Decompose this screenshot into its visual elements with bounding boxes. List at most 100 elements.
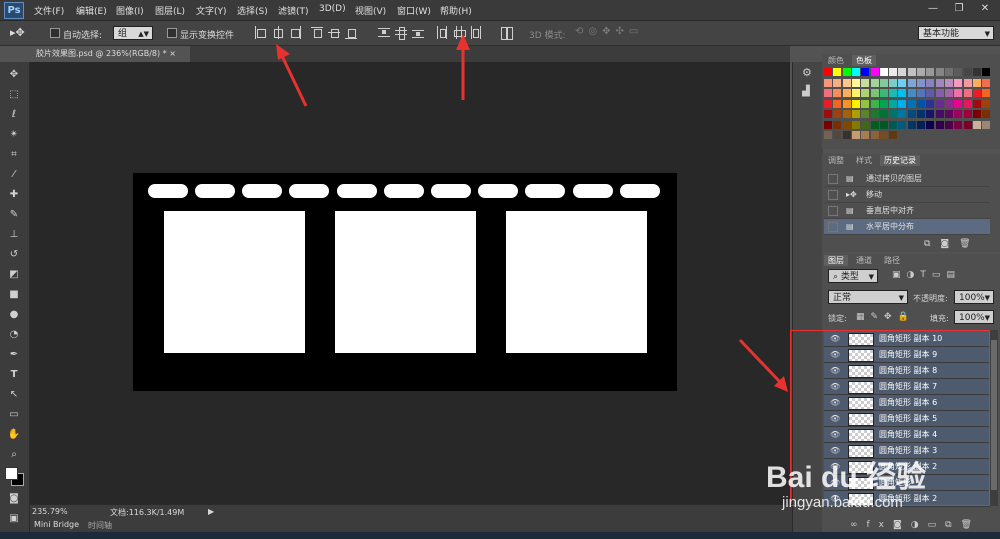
menu-3d[interactable]: 3D(D) (319, 4, 346, 14)
status-menu-arrow-icon[interactable]: ▶ (208, 507, 214, 516)
color-swatch[interactable] (889, 110, 898, 118)
distribute-bottom-icon[interactable] (412, 26, 424, 39)
color-swatch[interactable] (935, 89, 944, 97)
color-swatch[interactable] (824, 78, 832, 87)
color-swatch[interactable] (879, 120, 888, 129)
auto-select-checkbox[interactable] (50, 28, 60, 38)
history-item-selected[interactable]: ▤ 水平居中分布 (824, 219, 990, 235)
color-swatch[interactable] (889, 131, 898, 139)
color-swatch[interactable] (972, 110, 981, 118)
opacity-input[interactable]: 100% ▼ (954, 290, 994, 304)
color-swatch[interactable] (982, 78, 991, 87)
color-swatch[interactable] (917, 89, 925, 97)
blend-mode-dropdown[interactable]: 正常 ▼ (828, 290, 908, 304)
screen-mode-icon[interactable]: ▣ (6, 512, 22, 526)
color-swatch[interactable] (907, 78, 916, 87)
color-swatch[interactable] (907, 99, 916, 108)
dodge-tool-icon[interactable]: ◔ (6, 328, 22, 342)
color-swatch[interactable] (963, 89, 972, 97)
color-swatch[interactable] (851, 89, 860, 97)
layer-filter-icons[interactable]: ▣◑T▭▤ (892, 270, 961, 280)
color-swatch[interactable] (870, 120, 879, 129)
color-swatch[interactable] (842, 99, 851, 108)
history-snapshot-box[interactable] (828, 190, 838, 200)
color-swatch[interactable] (879, 89, 888, 97)
color-swatch[interactable] (935, 120, 944, 129)
menu-view[interactable]: 视图(V) (355, 4, 386, 17)
color-swatch[interactable] (833, 99, 842, 108)
color-swatch[interactable] (851, 110, 860, 118)
distribute-vcenter-icon[interactable] (395, 26, 407, 40)
color-swatch[interactable] (944, 68, 953, 76)
foreground-color-swatch[interactable] (5, 467, 18, 480)
color-swatch[interactable] (935, 99, 944, 108)
tab-layers[interactable]: 图层 (824, 255, 848, 266)
zoom-tool-icon[interactable]: ⌕ (6, 448, 22, 462)
color-swatch[interactable] (963, 99, 972, 108)
layer-kind-filter[interactable]: ⌕ 类型 ▼ (828, 269, 878, 283)
color-swatch[interactable] (842, 89, 851, 97)
color-swatch[interactable] (889, 68, 898, 76)
color-swatch[interactable] (842, 120, 851, 129)
eyedropper-icon[interactable]: ⁄ (6, 168, 22, 182)
color-swatch[interactable] (870, 89, 879, 97)
pen-tool-icon[interactable]: ✒ (6, 348, 22, 362)
color-swatch[interactable] (935, 78, 944, 87)
history-item[interactable]: ▸✥ 移动 (824, 187, 990, 203)
color-swatch[interactable] (824, 110, 832, 118)
move-tool-icon[interactable]: ✥ (6, 68, 22, 82)
magic-wand-icon[interactable]: ✴ (6, 128, 22, 142)
color-swatch[interactable] (898, 78, 907, 87)
align-left-icon[interactable] (255, 26, 267, 39)
color-swatch[interactable] (926, 78, 935, 87)
color-swatch[interactable] (851, 68, 860, 76)
align-right-icon[interactable] (289, 26, 301, 39)
menu-type[interactable]: 文字(Y) (196, 4, 227, 17)
swatch-grid[interactable] (824, 68, 994, 146)
distribute-top-icon[interactable] (378, 26, 390, 39)
color-swatch[interactable] (879, 99, 888, 108)
color-swatch[interactable] (972, 120, 981, 129)
color-swatch[interactable] (879, 110, 888, 118)
color-swatch[interactable] (963, 110, 972, 118)
color-swatch[interactable] (917, 99, 925, 108)
color-swatch[interactable] (954, 78, 963, 87)
color-swatch[interactable] (851, 99, 860, 108)
color-swatch[interactable] (824, 120, 832, 129)
color-swatch[interactable] (944, 78, 953, 87)
color-swatch[interactable] (889, 89, 898, 97)
color-swatch[interactable] (982, 120, 991, 129)
color-swatch[interactable] (861, 68, 870, 76)
color-swatch[interactable] (889, 78, 898, 87)
align-top-icon[interactable] (311, 26, 323, 39)
color-swatch[interactable] (861, 89, 870, 97)
menu-file[interactable]: 文件(F) (34, 4, 64, 17)
color-swatch[interactable] (842, 131, 851, 139)
color-swatch[interactable] (898, 68, 907, 76)
tab-timeline[interactable]: 时间轴 (88, 520, 112, 531)
color-swatch[interactable] (982, 110, 991, 118)
color-swatch[interactable] (972, 89, 981, 97)
color-swatch[interactable] (870, 99, 879, 108)
tab-adjustments[interactable]: 调整 (824, 155, 848, 166)
color-swatch[interactable] (926, 89, 935, 97)
menu-image[interactable]: 图像(I) (116, 4, 144, 17)
color-swatch[interactable] (851, 131, 860, 139)
color-swatch[interactable] (851, 78, 860, 87)
color-swatch[interactable] (861, 131, 870, 139)
align-hcenter-icon[interactable] (272, 26, 284, 39)
color-swatch[interactable] (944, 120, 953, 129)
color-swatch[interactable] (926, 99, 935, 108)
shape-tool-icon[interactable]: ▭ (6, 408, 22, 422)
histogram-icon[interactable]: ▟ (802, 86, 810, 97)
color-swatch[interactable] (935, 110, 944, 118)
color-swatch[interactable] (907, 89, 916, 97)
color-swatch[interactable] (963, 120, 972, 129)
tab-color[interactable]: 颜色 (824, 55, 848, 66)
show-transform-checkbox[interactable] (167, 28, 177, 38)
history-item[interactable]: ▤ 通过拷贝的图层 (824, 171, 990, 187)
color-swatch[interactable] (944, 110, 953, 118)
lasso-tool-icon[interactable]: ℓ (6, 108, 22, 122)
color-swatch[interactable] (833, 78, 842, 87)
color-swatch[interactable] (982, 99, 991, 108)
